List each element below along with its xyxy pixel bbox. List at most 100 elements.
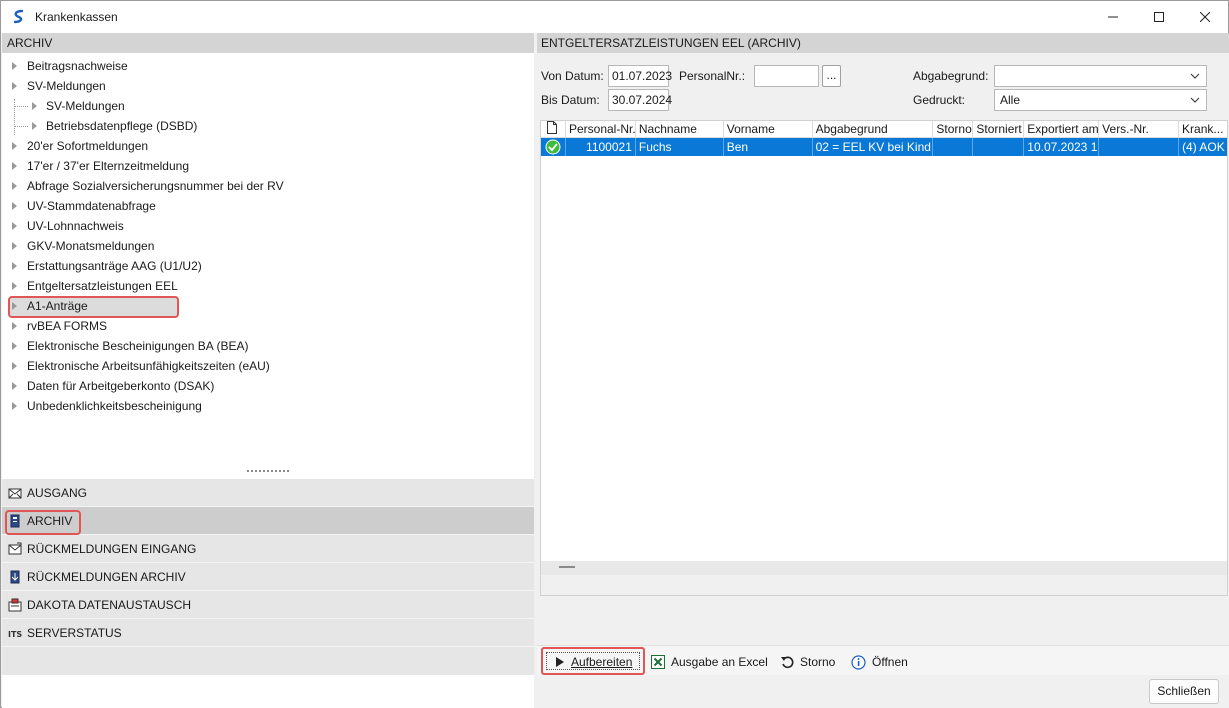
app-logo-icon	[13, 9, 24, 24]
expand-arrow-icon[interactable]	[12, 322, 17, 330]
bis-datum-field[interactable]: 30.07.2024	[608, 89, 672, 111]
expand-arrow-icon[interactable]	[12, 82, 17, 90]
tree-connector	[14, 126, 28, 127]
tree-connector	[14, 106, 28, 107]
schliessen-button[interactable]: Schließen	[1149, 679, 1219, 704]
tree-item-label: Daten für Arbeitgeberkonto (DSAK)	[27, 379, 215, 393]
table-row[interactable]: 1100021 Fuchs Ben 02 = EEL KV bei Kind..…	[541, 138, 1227, 156]
column-header-personal-nr[interactable]: Personal-Nr.	[566, 121, 636, 137]
cell-storno	[933, 138, 974, 156]
tree-item-sv-meldungen-child[interactable]: SV-Meldungen	[2, 96, 534, 116]
tree-item-betriebsdatenpflege[interactable]: Betriebsdatenpflege (DSBD)	[2, 116, 534, 136]
cell-exportiert-am: 10.07.2023 1...	[1024, 138, 1100, 156]
expand-arrow-icon[interactable]	[12, 362, 17, 370]
expand-arrow-icon[interactable]	[12, 262, 17, 270]
footer-band	[541, 561, 1227, 575]
nav-archiv[interactable]: ARCHIV	[2, 507, 534, 535]
expand-arrow-icon[interactable]	[12, 402, 17, 410]
tree-item-gkv-monatsmeldungen[interactable]: GKV-Monatsmeldungen	[2, 236, 534, 256]
column-header-exportiert-am[interactable]: Exportiert am	[1024, 121, 1100, 137]
tree-item-label: Erstattungsanträge AAG (U1/U2)	[27, 259, 202, 273]
storno-label: Storno	[800, 655, 836, 669]
expand-arrow-icon[interactable]	[12, 382, 17, 390]
storno-button[interactable]: Storno	[781, 650, 835, 674]
tree-item-unbedenklichkeit[interactable]: Unbedenklichkeitsbescheinigung	[2, 396, 534, 416]
tree-item-label: SV-Meldungen	[46, 99, 125, 113]
expand-arrow-icon[interactable]	[12, 302, 17, 310]
column-header-vorname[interactable]: Vorname	[724, 121, 813, 137]
cell-krankenkasse: (4) AOK	[1182, 140, 1225, 154]
mail-inbox-icon	[8, 542, 22, 555]
tree-item-abfrage-svnr[interactable]: Abfrage Sozialversicherungsnummer bei de…	[2, 176, 534, 196]
footer-splitter-handle[interactable]	[559, 566, 575, 568]
expand-arrow-icon[interactable]	[12, 62, 17, 70]
nav-label: AUSGANG	[27, 486, 88, 500]
minimize-icon	[1108, 16, 1118, 18]
tree-item-label: Elektronische Bescheinigungen BA (BEA)	[27, 339, 249, 353]
close-window-button[interactable]	[1182, 1, 1228, 33]
expand-arrow-icon[interactable]	[12, 282, 17, 290]
nav-rueckmeldungen-archiv[interactable]: RÜCKMELDUNGEN ARCHIV	[2, 563, 534, 591]
tree-item-erstattungsantraege[interactable]: Erstattungsanträge AAG (U1/U2)	[2, 256, 534, 276]
nav-dakota[interactable]: DAKOTA DATENAUSTAUSCH	[2, 591, 534, 619]
table-footer	[541, 561, 1227, 595]
tree-item-dsak[interactable]: Daten für Arbeitgeberkonto (DSAK)	[2, 376, 534, 396]
table-header: Personal-Nr. Nachname Vorname Abgabegrun…	[541, 121, 1227, 138]
aufbereiten-button[interactable]: Aufbereiten	[555, 650, 632, 674]
von-datum-field[interactable]: 01.07.2023	[608, 65, 672, 87]
maximize-button[interactable]	[1136, 1, 1182, 33]
column-header-storno[interactable]: Storno	[933, 121, 974, 137]
undo-icon	[781, 655, 794, 669]
expand-arrow-icon[interactable]	[12, 162, 17, 170]
tree-item-sofortmeldungen[interactable]: 20'er Sofortmeldungen	[2, 136, 534, 156]
cell-vers-nr	[1099, 138, 1180, 156]
column-header-krankenkasse[interactable]: Krank...	[1179, 121, 1227, 137]
tree-item-beitragsnachweise[interactable]: Beitragsnachweise	[2, 56, 534, 76]
expand-arrow-icon[interactable]	[32, 122, 37, 130]
nav-serverstatus[interactable]: ITSG SERVERSTATUS	[2, 619, 534, 647]
tree-item-uv-lohnnachweis[interactable]: UV-Lohnnachweis	[2, 216, 534, 236]
tree-item-a1-antraege[interactable]: A1-Anträge	[2, 296, 534, 316]
archive-tree: Beitragsnachweise SV-Meldungen SV-Meldun…	[2, 53, 534, 416]
tree-item-sv-meldungen[interactable]: SV-Meldungen	[2, 76, 534, 96]
oeffnen-button[interactable]: Öffnen	[851, 650, 908, 674]
expand-arrow-icon[interactable]	[12, 202, 17, 210]
tree-item-rvbea-forms[interactable]: rvBEA FORMS	[2, 316, 534, 336]
abgabegrund-select[interactable]	[994, 65, 1207, 87]
expand-arrow-icon[interactable]	[12, 142, 17, 150]
panel-splitter-grip[interactable]	[247, 470, 289, 474]
excel-icon	[651, 655, 665, 669]
tree-item-eau[interactable]: Elektronische Arbeitsunfähigkeitszeiten …	[2, 356, 534, 376]
tree-item-elternzeitmeldung[interactable]: 17'er / 37'er Elternzeitmeldung	[2, 156, 534, 176]
personalnr-browse-button[interactable]: ...	[822, 65, 841, 87]
tree-item-bea[interactable]: Elektronische Bescheinigungen BA (BEA)	[2, 336, 534, 356]
tree-item-label: 20'er Sofortmeldungen	[27, 139, 149, 153]
data-exchange-icon	[8, 598, 22, 612]
expand-arrow-icon[interactable]	[12, 342, 17, 350]
column-header-vers-nr[interactable]: Vers.-Nr.	[1099, 121, 1180, 137]
info-icon	[851, 654, 866, 670]
expand-arrow-icon[interactable]	[12, 242, 17, 250]
gedruckt-select[interactable]: Alle	[994, 89, 1207, 111]
tree-item-entgeltersatzleistungen[interactable]: Entgeltersatzleistungen EEL	[2, 276, 534, 296]
document-column-header[interactable]	[541, 121, 566, 137]
chevron-down-icon	[1190, 97, 1200, 103]
ausgabe-excel-label: Ausgabe an Excel	[671, 655, 768, 669]
expand-arrow-icon[interactable]	[32, 102, 37, 110]
expand-arrow-icon[interactable]	[12, 222, 17, 230]
column-header-storniert[interactable]: Storniert	[973, 121, 1025, 137]
nav-rueckmeldungen-eingang[interactable]: RÜCKMELDUNGEN EINGANG	[2, 535, 534, 563]
minimize-button[interactable]	[1090, 1, 1136, 33]
nav-filler	[2, 647, 534, 675]
gedruckt-value: Alle	[1000, 93, 1021, 107]
column-header-abgabegrund[interactable]: Abgabegrund	[813, 121, 934, 137]
main-window: Krankenkassen ARCHIV Beitragsnachweise S…	[0, 0, 1229, 708]
tree-item-uv-stammdatenabfrage[interactable]: UV-Stammdatenabfrage	[2, 196, 534, 216]
column-header-nachname[interactable]: Nachname	[636, 121, 724, 137]
ausgabe-excel-button[interactable]: Ausgabe an Excel	[651, 650, 768, 674]
nav-ausgang[interactable]: AUSGANG	[2, 479, 534, 507]
personalnr-field[interactable]	[754, 65, 819, 87]
expand-arrow-icon[interactable]	[12, 182, 17, 190]
chevron-down-icon	[1190, 73, 1200, 79]
mail-outbox-icon	[8, 488, 22, 499]
